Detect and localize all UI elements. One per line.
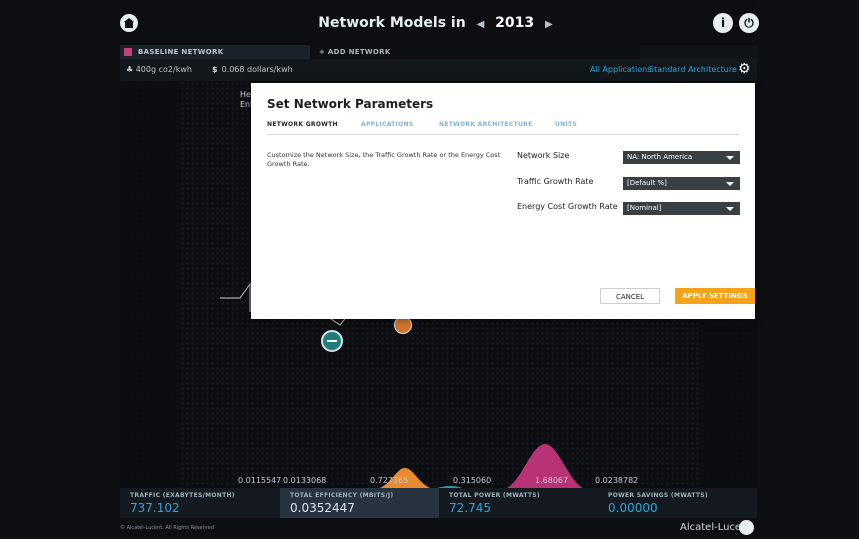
tab-applications[interactable]: APPLICATIONS [361,121,413,128]
title-prefix: Network Models in [318,15,466,31]
stat-label: POWER SAVINGS (MWATTS) [608,492,708,499]
co2-value: 400g co2/kwh [135,65,192,74]
settings-bar: ♣ 400g co2/kwh $0.068 dollars/kwh All Ap… [120,59,757,81]
power-icon[interactable]: ⏻ [739,13,759,33]
network-size-label: Network Size [517,151,570,160]
baseline-color-swatch [124,48,132,56]
next-year-arrow-icon[interactable]: ▶ [545,19,553,30]
value-label: 0.0115547 [238,476,282,485]
copyright-text: © Alcatel-Lucent. All Rights Reserved [120,525,214,531]
network-tabs: BASELINE NETWORK + ADD NETWORK [120,45,757,59]
modal-description: Customize the Network Size, the Traffic … [267,151,501,168]
value-label: 0.0238782 [595,476,639,485]
stat-value: 737.102 [130,501,180,515]
energy-cost-value: 0.068 dollars/kwh [221,65,293,74]
modal-title: Set Network Parameters [267,97,434,111]
tab-network-growth[interactable]: NETWORK GROWTH [267,121,338,128]
tab-placeholder [640,45,757,59]
stat-savings: POWER SAVINGS (MWATTS) 0.00000 [598,488,757,518]
stat-efficiency: TOTAL EFFICIENCY (MBITS/J) 0.0352447 [280,488,439,518]
applications-link[interactable]: All Applications [590,65,651,74]
brand-logo-icon [739,520,754,535]
stat-value: 72.745 [449,501,491,515]
apply-settings-button[interactable]: APPLY SETTINGS [675,288,755,304]
tab-baseline-network[interactable]: BASELINE NETWORK [120,45,310,59]
cancel-button[interactable]: CANCEL [600,288,660,304]
traffic-growth-select[interactable]: [Default %] [623,177,740,190]
stats-bar: TRAFFIC (EXABYTES/MONTH) 737.102 TOTAL E… [120,488,757,518]
stat-label: TOTAL POWER (MWATTS) [449,492,540,499]
energy-cost-growth-label: Energy Cost Growth Rate [517,202,618,211]
architecture-link[interactable]: Standard Architecture [649,65,737,74]
tab-baseline-label: BASELINE NETWORK [138,48,224,56]
modal-tabs: NETWORK GROWTH APPLICATIONS NETWORK ARCH… [267,120,739,135]
stat-traffic: TRAFFIC (EXABYTES/MONTH) 737.102 [120,488,279,518]
page-title: Network Models in ◀ 2013 ▶ [120,15,757,31]
prev-year-arrow-icon[interactable]: ◀ [477,19,485,30]
node-values: 0.0115547 0.0133068 0.727365 0.315060 1.… [120,476,757,488]
gear-icon[interactable]: ⚙ [738,62,751,76]
network-node-teal[interactable] [321,330,343,352]
tab-network-architecture[interactable]: NETWORK ARCHITECTURE [439,121,533,128]
value-label: 0.727365 [370,476,409,485]
stat-value: 0.0352447 [290,501,355,515]
value-label: 1.68067 [535,476,569,485]
traffic-growth-label: Traffic Growth Rate [517,177,594,186]
energy-cost: $0.068 dollars/kwh [212,65,293,74]
value-label: 0.315060 [453,476,492,485]
co2-icon: ♣ [126,65,136,74]
stat-power: TOTAL POWER (MWATTS) 72.745 [439,488,598,518]
network-parameters-modal: Set Network Parameters NETWORK GROWTH AP… [251,83,755,319]
stat-value: 0.00000 [608,501,658,515]
dollar-icon: $ [212,65,218,74]
tab-units[interactable]: UNITS [555,121,577,128]
map-edge-left [120,81,180,487]
stat-label: TOTAL EFFICIENCY (MBITS/J) [290,492,394,499]
value-label: 0.0133068 [283,476,327,485]
year-value: 2013 [495,15,535,31]
top-bar: Network Models in ◀ 2013 ▶ i ⏻ [120,12,759,40]
add-network-button[interactable]: + ADD NETWORK [313,45,393,59]
info-icon[interactable]: i [713,13,733,33]
network-size-select[interactable]: NA: North America [623,151,740,164]
stat-label: TRAFFIC (EXABYTES/MONTH) [130,492,235,499]
co2-rate: ♣ 400g co2/kwh [126,65,192,74]
energy-cost-growth-select[interactable]: [Nominal] [623,202,740,215]
